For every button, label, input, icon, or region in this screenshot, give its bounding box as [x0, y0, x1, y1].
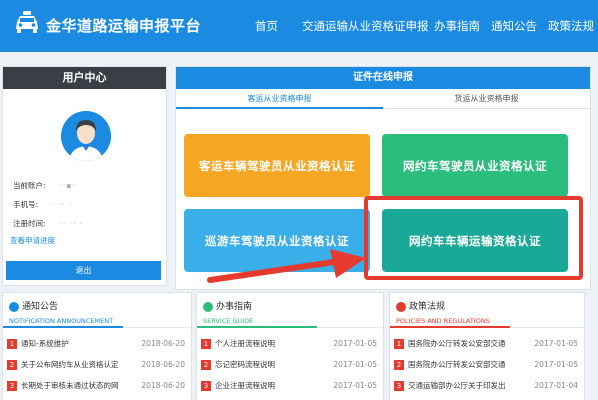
- user-center-panel: 用户中心 当前账户: ··▪· 手机号: · ·· · 注册时间: ·· ·· ·: [2, 66, 167, 286]
- phone-row: 手机号: · ·· ·: [13, 199, 72, 210]
- list-item[interactable]: 2 关于公布网约车从业资格认定 2018-06-20: [7, 359, 187, 371]
- logout-button[interactable]: 退出: [6, 261, 161, 280]
- register-time-value: ·· ·· ·: [59, 219, 84, 228]
- site-title: 金华道路运输申报平台: [46, 17, 202, 35]
- arrow-icon: [207, 249, 366, 283]
- notification-subtitle: NOTIFICATION ANNOUNCEMENT: [9, 317, 114, 325]
- highlight-frame: [364, 196, 583, 280]
- top-header: 金华道路运输申报平台 首页 交通运输从业资格证申报 办事指南 通知公告 政策法规: [0, 0, 598, 52]
- car-icon: [16, 11, 38, 33]
- list-item[interactable]: 3 交通运输部办公厅关于印发出 2017-01-04: [394, 380, 580, 392]
- user-center-title: 用户中心: [3, 67, 166, 89]
- list-item[interactable]: 2 忘记密码流程说明 2017-01-05: [201, 359, 379, 371]
- view-progress-link[interactable]: 查看申请进度: [10, 235, 55, 246]
- register-time-row: 注册时间: ·· ·· ·: [13, 218, 83, 229]
- account-row: 当前账户: ··▪·: [13, 180, 76, 191]
- list-item[interactable]: 3 企业注册流程说明 2017-01-05: [201, 380, 379, 392]
- nav-service-guide[interactable]: 办事指南: [434, 18, 480, 34]
- notification-title: 通知公告: [9, 299, 58, 312]
- list-item[interactable]: 2 国务院办公厅转发公安部交通 2017-01-05: [394, 359, 580, 371]
- list-item[interactable]: 1 国务院办公厅转发公安部交通 2017-01-05: [394, 338, 580, 350]
- account-label: 当前账户:: [13, 181, 46, 190]
- service-guide-panel: 办事指南 SERVICE GUIDE 1 个人注册流程说明 2017-01-05 2…: [196, 292, 384, 400]
- list-item[interactable]: 1 通知-系统维护 2018-06-20: [7, 338, 187, 350]
- tab-passenger-qualification[interactable]: 客运从业资格申报: [176, 89, 383, 109]
- nav-policies[interactable]: 政策法规: [548, 18, 594, 34]
- policies-subtitle: POLICIES AND REGULATIONS: [396, 317, 490, 325]
- user-avatar-icon: [61, 111, 111, 161]
- notification-panel: 通知公告 NOTIFICATION ANNOUNCEMENT 1 通知-系统维护 2…: [2, 292, 192, 400]
- phone-label: 手机号:: [13, 200, 39, 209]
- account-value: ··▪·: [59, 181, 76, 190]
- ride-hailing-driver-cert-tile[interactable]: 网约车驾驶员从业资格认证: [382, 134, 568, 197]
- phone-value: · ·· ·: [52, 200, 73, 209]
- passenger-driver-cert-tile[interactable]: 客运车辆驾驶员从业资格认证: [184, 134, 370, 197]
- certification-tabs: 客运从业资格申报 货运从业资格申报: [176, 89, 590, 109]
- list-item[interactable]: 1 个人注册流程说明 2017-01-05: [201, 338, 379, 350]
- nav-notifications[interactable]: 通知公告: [491, 18, 537, 34]
- book-icon: [396, 301, 406, 312]
- policies-panel: 政策法规 POLICIES AND REGULATIONS 1 国务院办公厅转发公…: [389, 292, 585, 400]
- nav-home[interactable]: 首页: [255, 18, 278, 34]
- megaphone-icon: [9, 301, 19, 312]
- nav-qualification-application[interactable]: 交通运输从业资格证申报: [302, 18, 429, 34]
- policies-title: 政策法规: [396, 299, 445, 312]
- register-time-label: 注册时间:: [13, 219, 46, 228]
- service-guide-title: 办事指南: [203, 299, 252, 312]
- tab-freight-qualification[interactable]: 货运从业资格申报: [383, 89, 590, 109]
- pencil-icon: [203, 301, 213, 312]
- service-guide-subtitle: SERVICE GUIDE: [203, 317, 254, 325]
- certification-title: 证件在线申报: [176, 67, 590, 89]
- list-item[interactable]: 3 长期处于审核未通过状态的网 2018-06-20: [7, 380, 187, 392]
